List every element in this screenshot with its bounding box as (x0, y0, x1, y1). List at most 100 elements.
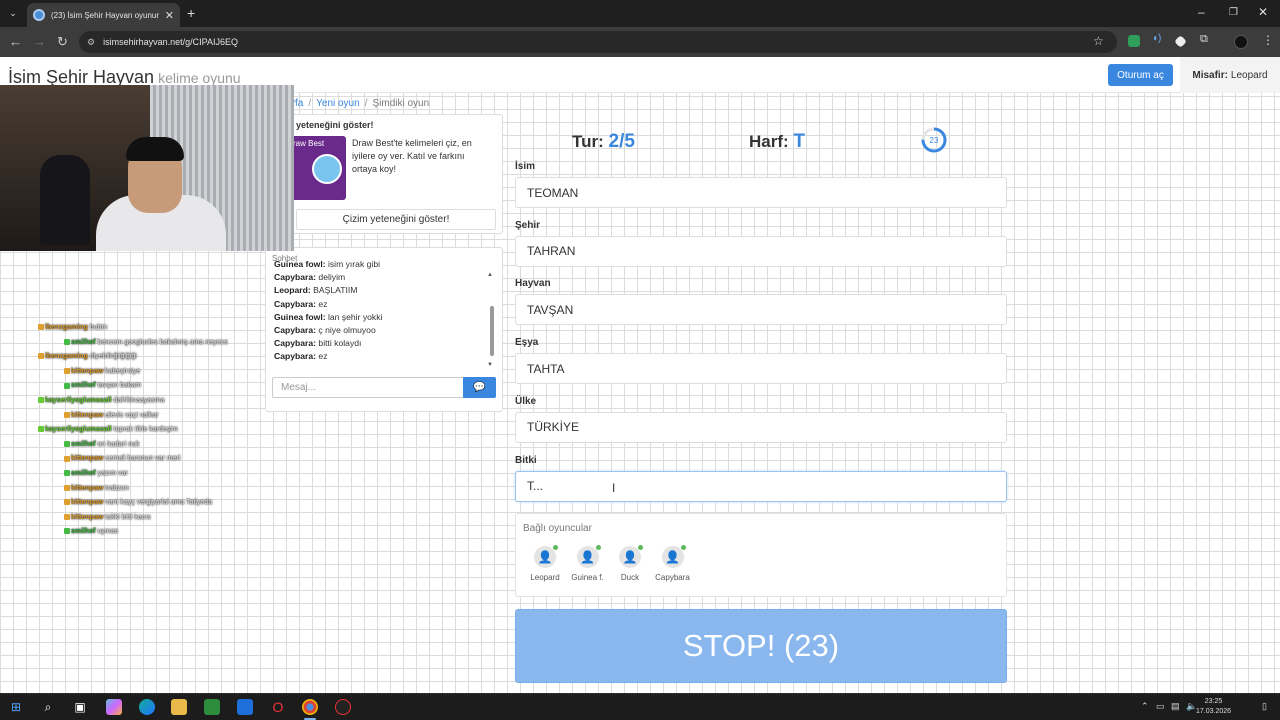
minimize-icon[interactable]: – (1198, 5, 1205, 19)
scroll-thumb[interactable] (490, 306, 494, 356)
answer-input[interactable]: TAVŞAN (515, 294, 1007, 326)
search-icon[interactable]: ⌕ (40, 699, 56, 715)
tab-close-icon[interactable]: ✕ (165, 9, 174, 22)
chat-badge-icon (64, 499, 70, 506)
stream-chat-user: kittenpaw (71, 484, 104, 492)
stream-chat-row: smilhef on kadari nuk (38, 438, 278, 453)
file-explorer-icon[interactable] (171, 699, 187, 715)
reload-icon[interactable]: ↻ (57, 34, 68, 50)
player-item: 👤 Capybara (653, 545, 693, 582)
guest-user[interactable]: Misafir: Leopard (1180, 57, 1280, 93)
chat-messages: Guinea fowl: isim yırak gibi Capybara: de… (274, 258, 486, 364)
stream-chat-text: yazım var (97, 469, 128, 477)
opera-icon[interactable]: O (270, 699, 286, 715)
stop-button[interactable]: STOP! (23) (515, 609, 1007, 683)
promo-text: Draw Best'te kelimeleri çiz, en iyilere … (352, 138, 472, 174)
timer-value: 23 (929, 135, 939, 145)
menu-kebab-icon[interactable]: ⋮ (1262, 33, 1274, 47)
tray-app-icon[interactable]: ▭ (1156, 701, 1165, 712)
task-view-icon[interactable]: ▣ (72, 699, 88, 715)
send-message-button[interactable]: 💬 (463, 377, 496, 398)
start-icon[interactable]: ⊞ (8, 699, 24, 715)
user-icon: 👤 (661, 545, 686, 568)
network-icon[interactable]: ▤ (1171, 701, 1180, 712)
online-status-dot (595, 545, 601, 550)
stream-chat-text: alevis vaçt valkar (105, 411, 159, 419)
new-tab-icon[interactable]: + (187, 5, 195, 21)
taskbar-clock[interactable]: 23:25 17.03.2026 (1196, 697, 1231, 717)
back-icon[interactable]: ← (9, 34, 22, 49)
player-item: 👤 Guinea f. (568, 545, 608, 582)
stream-chat-row: smilhef bencem geoglucles bakalımş ama n… (38, 336, 278, 351)
stream-chat-user: lbenzgaming (45, 353, 88, 361)
profile-avatar[interactable] (1234, 35, 1248, 49)
answer-input[interactable]: TEOMAN (515, 177, 1007, 208)
obs-icon[interactable] (335, 699, 351, 715)
windows-taskbar: ⊞ ⌕ ▣ O ⌃ ▭ ▤ 🔈 23:25 17.03.2026 ▯ (0, 693, 1280, 720)
user-icon: 👤 (576, 545, 601, 568)
draw-best-logo[interactable]: raw Best (290, 136, 346, 200)
promo-header: yeteneğini göster! (296, 120, 374, 130)
edge-icon[interactable] (139, 699, 155, 715)
chat-badge-icon (38, 397, 44, 404)
store-icon[interactable] (204, 699, 220, 715)
breadcrumb-new-game[interactable]: Yeni oyun (316, 98, 360, 109)
stream-chat-row: kittenpaw cemeli baronun var meri (38, 452, 278, 467)
answer-input[interactable]: TAHTA (515, 353, 1007, 385)
stream-chat-text: dafrikinaayasma (113, 396, 165, 404)
translate-icon[interactable]: ◖) (1152, 33, 1164, 45)
chat-message-text: lan şehir yokki (327, 311, 383, 322)
stream-chat-user: kayserilyoglumasall (45, 426, 112, 434)
chat-input[interactable]: Mesaj... (272, 377, 464, 398)
webcam-chair (40, 155, 90, 245)
mail-icon[interactable] (237, 699, 253, 715)
puzzle-extensions-icon[interactable]: ⧉ (1200, 33, 1212, 45)
scroll-down-icon[interactable]: ▼ (487, 362, 493, 368)
tab-search-icon[interactable]: ⌄ (6, 6, 20, 20)
restore-icon[interactable]: ❐ (1229, 7, 1238, 18)
stream-chat-user: smilhef (71, 469, 96, 477)
forward-icon[interactable]: → (33, 34, 46, 49)
window-close-icon[interactable]: ✕ (1258, 5, 1268, 19)
stream-chat-overlay: lbenzgaming bubtn smilhef bencem geoglucl… (38, 321, 278, 540)
stream-chat-text: takki bitti kacıs (105, 513, 151, 521)
tray-chevron-icon[interactable]: ⌃ (1141, 701, 1149, 712)
chat-badge-icon (64, 484, 70, 491)
breadcrumb-current: Şimdiki oyun (372, 98, 430, 109)
login-button[interactable]: Oturum aç (1108, 64, 1173, 86)
diamond-extension-icon[interactable] (1174, 35, 1187, 48)
player-name: Leopard (530, 573, 560, 582)
chat-badge-icon (64, 513, 70, 520)
letter-label: Harf: (749, 132, 789, 151)
chat-scrollbar[interactable] (489, 270, 495, 366)
site-info-icon[interactable]: ⚙ (87, 37, 95, 48)
chat-message-user: Capybara: (274, 272, 317, 283)
letter-value: T (793, 131, 806, 152)
browser-tab[interactable]: (23) İsim Şehir Hayvan oyununu ✕ (27, 3, 180, 27)
player-name: Duck (620, 573, 640, 582)
chat-message-user: Guinea fowl: (274, 311, 326, 322)
extension-icon[interactable] (1128, 35, 1140, 47)
copilot-icon[interactable] (106, 699, 122, 715)
notification-icon[interactable]: ▯ (1262, 701, 1267, 712)
answer-input[interactable]: T... (515, 470, 1007, 502)
stream-chat-user: kittenpaw (71, 513, 104, 521)
field-label: İsim (515, 161, 536, 172)
omnibox[interactable]: ⚙ isimsehirhayvan.net/g/CIPAIJ6EQ (79, 31, 1117, 53)
chat-message-user: Capybara: (274, 351, 317, 362)
stream-chat-row: smilhef yazım var (38, 467, 278, 482)
chat-badge-icon (64, 440, 70, 447)
stream-chat-text: uyınas (97, 528, 119, 536)
answer-input[interactable]: TAHRAN (515, 235, 1007, 267)
stream-chat-text: bencem geoglucles bakalımş ama neyece (97, 338, 228, 346)
promo-button[interactable]: Çizim yeteneğini göster! (296, 209, 496, 230)
countdown-timer: 23 (920, 126, 948, 154)
online-status-dot (638, 545, 643, 550)
clock-time: 23:25 (1204, 698, 1223, 705)
field-label: Hayvan (515, 278, 551, 290)
answer-input[interactable]: TÜRKİYE (515, 411, 1007, 443)
bookmark-star-icon[interactable]: ☆ (1093, 34, 1104, 48)
chrome-icon[interactable] (302, 699, 318, 715)
chat-badge-icon (64, 367, 70, 374)
chat-badge-icon (64, 470, 70, 477)
